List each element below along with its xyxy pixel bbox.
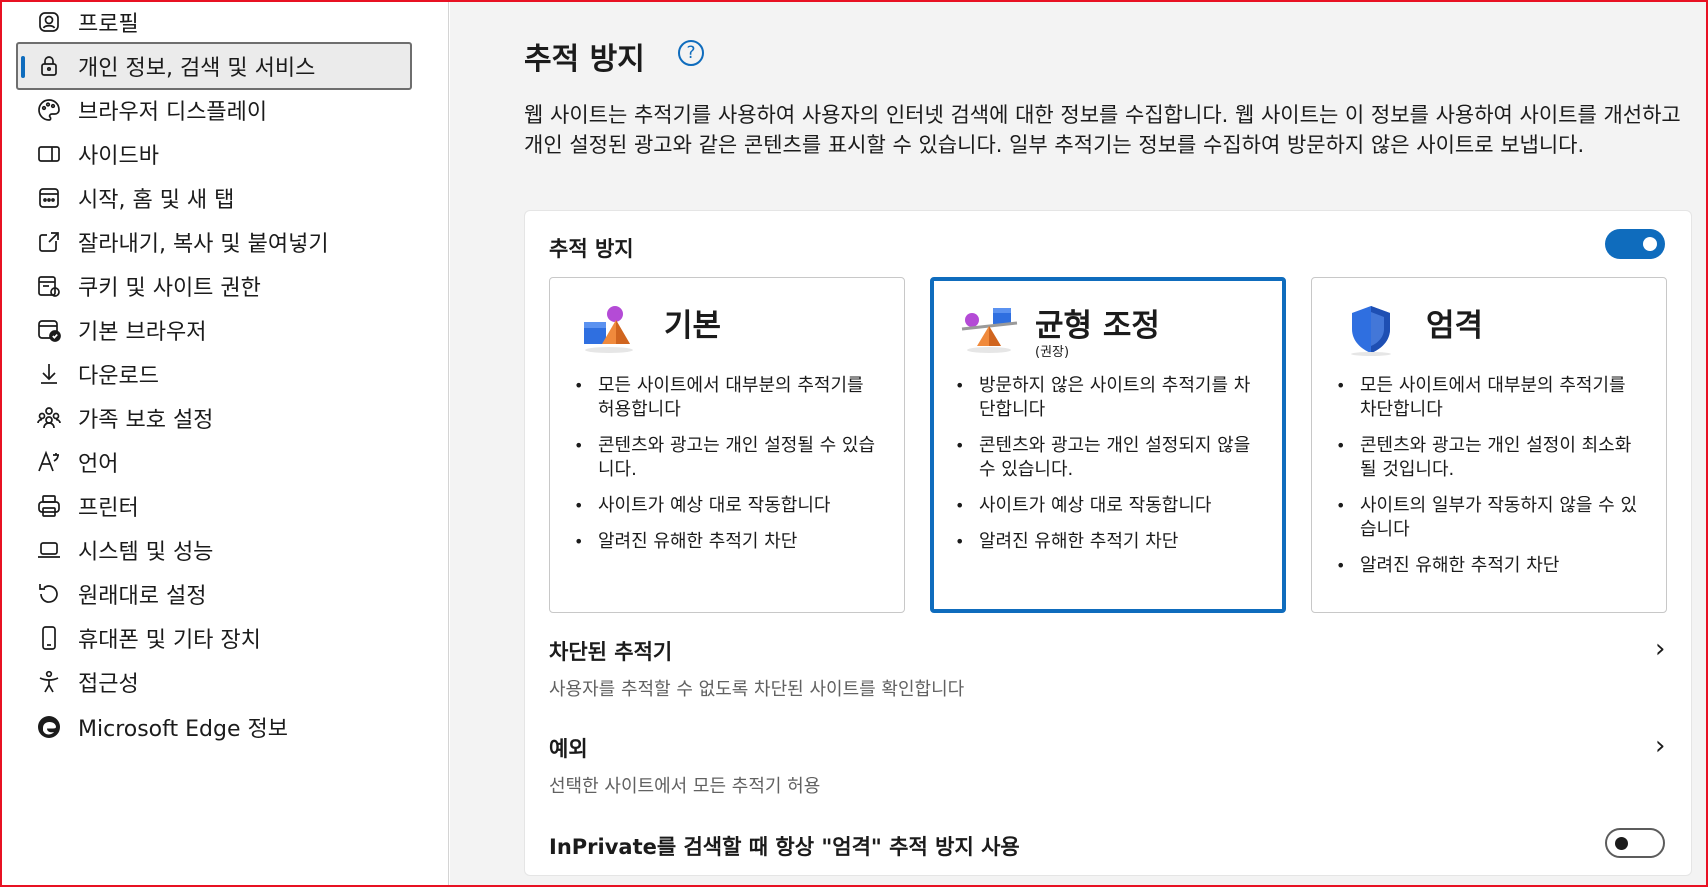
mode-name: 균형 조정 (1035, 308, 1160, 344)
sidebar-item-label: 언어 (78, 452, 119, 477)
toggle-knob (1615, 837, 1628, 850)
chevron-right-icon: › (1655, 731, 1666, 761)
blocked-trackers-desc: 사용자를 추적할 수 없도록 차단된 사이트를 확인합니다 (549, 679, 965, 700)
list-item: 콘텐츠와 광고는 개인 설정되지 않을 수 있습니다. (955, 434, 1265, 482)
sidebar-item-label: 쿠키 및 사이트 권한 (78, 276, 261, 301)
mode-bullets: 방문하지 않은 사이트의 추적기를 차단합니다 콘텐츠와 광고는 개인 설정되지… (955, 374, 1265, 566)
sidebar-item-accessibility[interactable]: 접근성 (16, 658, 412, 706)
phone-icon (36, 625, 62, 651)
mode-card-basic[interactable]: 기본 모든 사이트에서 대부분의 추적기를 허용합니다 콘텐츠와 광고는 개인 … (549, 277, 905, 613)
sidebar-item-phone[interactable]: 휴대폰 및 기타 장치 (16, 614, 412, 662)
printer-icon (36, 493, 62, 519)
sidebar-item-system[interactable]: 시스템 및 성능 (16, 526, 412, 574)
sidebar-item-profile[interactable]: 프로필 (16, 0, 412, 46)
laptop-icon (36, 537, 62, 563)
sidebar-item-label: 개인 정보, 검색 및 서비스 (78, 56, 316, 81)
sidebar-item-label: 브라우저 디스플레이 (78, 100, 268, 125)
mode-bullets: 모든 사이트에서 대부분의 추적기를 차단합니다 콘텐츠와 광고는 개인 설정이… (1336, 374, 1646, 590)
list-item: 사이트가 예상 대로 작동합니다 (955, 494, 1265, 518)
sidebar-item-family[interactable]: 가족 보호 설정 (16, 394, 412, 442)
list-item: 사이트의 일부가 작동하지 않을 수 있습니다 (1336, 494, 1646, 542)
inprivate-strict-label: InPrivate를 검색할 때 항상 "엄격" 추적 방지 사용 (549, 835, 1020, 859)
inprivate-strict-toggle[interactable] (1605, 828, 1665, 858)
tracking-prevention-toggle[interactable] (1605, 229, 1665, 259)
sidebar-item-label: 시스템 및 성능 (78, 540, 214, 565)
sidebar-item-label: 접근성 (78, 672, 139, 697)
toggle-knob (1643, 237, 1657, 251)
list-item: 사이트가 예상 대로 작동합니다 (574, 494, 884, 518)
download-icon (36, 361, 62, 387)
blocked-trackers-title: 차단된 추적기 (549, 640, 673, 664)
question-circle-icon[interactable]: ? (678, 40, 704, 66)
profile-icon (36, 9, 62, 35)
exceptions-desc: 선택한 사이트에서 모든 추적기 허용 (549, 776, 821, 797)
palette-icon (36, 97, 62, 123)
intro-text: 웹 사이트는 추적기를 사용하여 사용자의 인터넷 검색에 대한 정보를 수집합… (524, 103, 1681, 157)
sidebar-item-reset[interactable]: 원래대로 설정 (16, 570, 412, 618)
mode-card-balanced[interactable]: 균형 조정 (권장) 방문하지 않은 사이트의 추적기를 차단합니다 콘텐츠와 … (930, 277, 1286, 613)
default-browser-icon (36, 317, 62, 343)
list-item: 알려진 유해한 추적기 차단 (574, 530, 884, 554)
sidebar-item-downloads[interactable]: 다운로드 (16, 350, 412, 398)
shapes-basic-icon (584, 306, 633, 353)
list-item: 콘텐츠와 광고는 개인 설정될 수 있습니다. (574, 434, 884, 482)
cookie-settings-icon (36, 273, 62, 299)
sidebar-icon (36, 141, 62, 167)
sidebar-item-label: 프린터 (78, 496, 139, 521)
mode-name: 엄격 (1426, 308, 1484, 344)
list-item: 방문하지 않은 사이트의 추적기를 차단합니다 (955, 374, 1265, 422)
tracking-prevention-card: 추적 방지 기본 모든 사이트에서 대부분의 추적기를 허용합니다 콘텐츠와 광… (524, 210, 1692, 876)
sidebar-item-printers[interactable]: 프린터 (16, 482, 412, 530)
sidebar-item-browser-display[interactable]: 브라우저 디스플레이 (16, 86, 412, 134)
settings-main: 추적 방지 ? 웹 사이트는 추적기를 사용하여 사용자의 인터넷 검색에 대한… (450, 0, 1706, 887)
sidebar-item-language[interactable]: 언어 (16, 438, 412, 486)
chevron-right-icon: › (1655, 634, 1666, 664)
edge-logo-icon (36, 714, 62, 740)
sidebar-item-label: 프로필 (78, 12, 139, 37)
settings-sidebar: 프로필 개인 정보, 검색 및 서비스 브라우저 디스플레이 사이드바 시작, … (2, 0, 449, 887)
selection-indicator (21, 56, 25, 78)
language-icon (36, 449, 62, 475)
sidebar-item-label: 시작, 홈 및 새 탭 (78, 188, 235, 213)
accessibility-icon (36, 669, 62, 695)
sidebar-item-sidebar[interactable]: 사이드바 (16, 130, 412, 178)
list-item: 모든 사이트에서 대부분의 추적기를 차단합니다 (1336, 374, 1646, 422)
list-item: 모든 사이트에서 대부분의 추적기를 허용합니다 (574, 374, 884, 422)
mode-name: 기본 (664, 308, 722, 344)
list-item: 콘텐츠와 광고는 개인 설정이 최소화될 것입니다. (1336, 434, 1646, 482)
sidebar-item-label: Microsoft Edge 정보 (78, 717, 288, 742)
mode-bullets: 모든 사이트에서 대부분의 추적기를 허용합니다 콘텐츠와 광고는 개인 설정될… (574, 374, 884, 566)
sidebar-item-privacy[interactable]: 개인 정보, 검색 및 서비스 (16, 42, 412, 90)
lock-icon (36, 53, 62, 79)
sidebar-item-about-edge[interactable]: Microsoft Edge 정보 (16, 703, 412, 751)
reset-icon (36, 581, 62, 607)
family-icon (36, 405, 62, 431)
list-item: 알려진 유해한 추적기 차단 (955, 530, 1265, 554)
sidebar-item-label: 기본 브라우저 (78, 320, 207, 345)
sidebar-item-label: 다운로드 (78, 364, 159, 389)
list-item: 알려진 유해한 추적기 차단 (1336, 554, 1646, 578)
sidebar-item-label: 사이드바 (78, 144, 159, 169)
shield-icon (1351, 306, 1391, 356)
exceptions-title: 예외 (549, 737, 588, 761)
sidebar-item-label: 잘라내기, 복사 및 붙여넣기 (78, 232, 329, 257)
card-title: 추적 방지 (549, 237, 634, 261)
sidebar-item-label: 휴대폰 및 기타 장치 (78, 628, 261, 653)
shapes-balance-icon (961, 308, 1018, 353)
mode-card-strict[interactable]: 엄격 모든 사이트에서 대부분의 추적기를 차단합니다 콘텐츠와 광고는 개인 … (1311, 277, 1667, 613)
sidebar-item-copy-paste[interactable]: 잘라내기, 복사 및 붙여넣기 (16, 218, 412, 266)
sidebar-item-default-browser[interactable]: 기본 브라우저 (16, 306, 412, 354)
share-icon (36, 229, 62, 255)
page-title: 추적 방지 (524, 42, 645, 77)
sidebar-item-label: 원래대로 설정 (78, 584, 207, 609)
home-tab-icon (36, 185, 62, 211)
sidebar-item-cookies[interactable]: 쿠키 및 사이트 권한 (16, 262, 412, 310)
sidebar-item-start-home[interactable]: 시작, 홈 및 새 탭 (16, 174, 412, 222)
mode-subtitle: (권장) (1035, 345, 1070, 360)
sidebar-item-label: 가족 보호 설정 (78, 408, 214, 433)
